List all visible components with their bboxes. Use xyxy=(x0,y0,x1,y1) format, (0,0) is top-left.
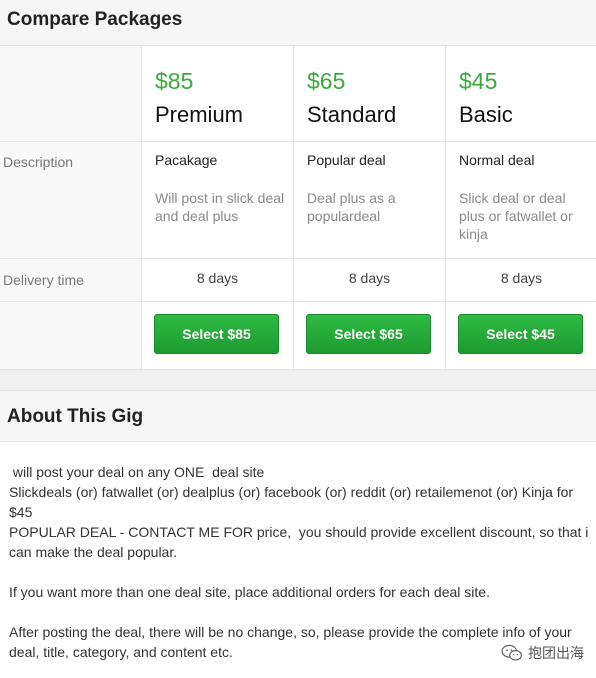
select-basic-button[interactable]: Select $45 xyxy=(458,314,583,354)
package-standard: $65 Standard Popular deal Deal plus as a… xyxy=(294,46,445,369)
package-name: Basic xyxy=(459,102,513,127)
select-standard-button[interactable]: Select $65 xyxy=(306,314,431,354)
package-description: Will post in slick deal and deal plus xyxy=(155,190,285,224)
about-gig-heading: About This Gig xyxy=(0,390,596,442)
package-title: Pacakage xyxy=(155,152,218,168)
package-title: Normal deal xyxy=(459,152,535,168)
package-name: Premium xyxy=(155,102,244,127)
wechat-icon xyxy=(501,644,523,661)
description-row-label: Description xyxy=(3,154,74,170)
watermark: 抱团出海 xyxy=(501,643,584,663)
package-delivery-time: 8 days xyxy=(196,270,239,286)
package-basic: $45 Basic Normal deal Slick deal or deal… xyxy=(446,46,596,369)
select-premium-button[interactable]: Select $85 xyxy=(154,314,279,354)
section-separator xyxy=(0,369,596,391)
delivery-time-row-label: Delivery time xyxy=(3,272,84,288)
package-price: $85 xyxy=(155,68,194,94)
package-title: Popular deal xyxy=(307,152,386,168)
package-price: $45 xyxy=(459,68,498,94)
package-description: Deal plus as a populardeal xyxy=(307,190,396,224)
about-line: will post your deal on any ONE deal site xyxy=(9,464,265,480)
package-description: Slick deal or deal plus or fatwallet or … xyxy=(459,190,573,242)
package-delivery-time: 8 days xyxy=(348,270,391,286)
package-delivery-time: 8 days xyxy=(500,270,543,286)
about-gig-body: will post your deal on any ONE deal site… xyxy=(9,462,589,662)
about-line: If you want more than one deal site, pla… xyxy=(9,584,490,600)
about-line: POPULAR DEAL - CONTACT ME FOR price, you… xyxy=(9,524,593,560)
package-price: $65 xyxy=(307,68,346,94)
package-premium: $85 Premium Pacakage Will post in slick … xyxy=(142,46,293,369)
table-label-column xyxy=(0,46,141,369)
package-name: Standard xyxy=(307,102,397,127)
watermark-text: 抱团出海 xyxy=(528,645,584,661)
compare-packages-heading: Compare Packages xyxy=(0,0,596,46)
about-line: Slickdeals (or) fatwallet (or) dealplus … xyxy=(9,484,577,520)
